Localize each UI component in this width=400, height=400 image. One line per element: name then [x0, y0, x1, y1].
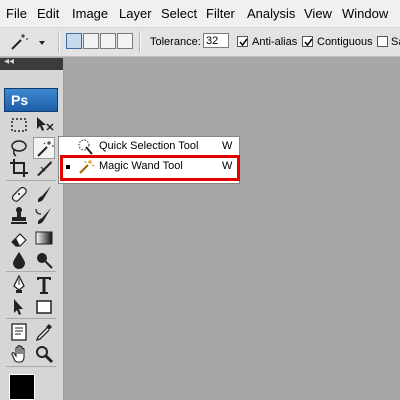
dodge-tool-icon[interactable]: [33, 249, 55, 271]
toolbox-divider: [6, 318, 56, 319]
menu-image[interactable]: Image: [72, 6, 108, 21]
tolerance-input[interactable]: [203, 33, 229, 48]
hand-tool-icon[interactable]: [8, 343, 30, 365]
add-to-selection-button[interactable]: [83, 33, 99, 49]
brush-tool-icon[interactable]: [33, 183, 55, 205]
type-tool-icon[interactable]: [33, 274, 55, 296]
intersect-selection-button[interactable]: [117, 33, 133, 49]
toolbox-divider: [6, 180, 56, 181]
logo-text: Ps: [11, 92, 29, 108]
magic-wand-preset-icon[interactable]: [8, 31, 30, 53]
pen-tool-icon[interactable]: [8, 274, 30, 296]
zoom-tool-icon[interactable]: [33, 343, 55, 365]
clone-stamp-icon[interactable]: [8, 205, 30, 227]
highlight-box: [60, 155, 240, 181]
eyedropper-tool-icon[interactable]: [33, 321, 55, 343]
flyout-item-shortcut: W: [222, 140, 233, 152]
contiguous-checkbox[interactable]: [302, 36, 313, 47]
notes-tool-icon[interactable]: [8, 321, 30, 343]
healing-brush-icon[interactable]: [8, 183, 30, 205]
checkmark-icon: [239, 38, 248, 47]
antialias-label: Anti-alias: [252, 36, 298, 48]
sample-label: Sa: [391, 36, 400, 48]
menu-edit[interactable]: Edit: [37, 6, 59, 21]
quick-selection-icon: [78, 139, 93, 155]
tools-panel-header[interactable]: ◂◂: [0, 56, 63, 70]
menu-select[interactable]: Select: [161, 6, 197, 21]
gradient-tool-icon[interactable]: [33, 227, 55, 249]
menu-analysis[interactable]: Analysis: [247, 6, 295, 21]
crop-tool-icon[interactable]: [8, 157, 30, 179]
rectangle-tool-icon[interactable]: [33, 296, 55, 318]
tolerance-label: Tolerance:: [150, 36, 201, 48]
contiguous-label: Contiguous: [317, 36, 373, 48]
menu-view[interactable]: View: [304, 6, 332, 21]
history-brush-icon[interactable]: [33, 205, 55, 227]
antialias-checkbox[interactable]: [237, 36, 248, 47]
checkmark-icon: [304, 38, 313, 47]
menu-layer[interactable]: Layer: [119, 6, 152, 21]
toolbox-divider: [6, 366, 56, 367]
new-selection-button[interactable]: [66, 33, 82, 49]
toolbox-divider: [6, 271, 56, 272]
marquee-tool-icon[interactable]: [8, 114, 30, 136]
move-tool-icon[interactable]: [33, 114, 55, 136]
flyout-item-quick-selection[interactable]: Quick Selection Tool W: [59, 137, 239, 157]
options-divider: [139, 31, 141, 53]
subtract-from-selection-button[interactable]: [100, 33, 116, 49]
lasso-tool-icon[interactable]: [8, 137, 30, 159]
menu-file[interactable]: File: [6, 6, 27, 21]
magic-wand-tool-icon[interactable]: [33, 137, 55, 159]
sample-all-layers-checkbox[interactable]: [377, 36, 388, 47]
eraser-tool-icon[interactable]: [8, 227, 30, 249]
foreground-color-swatch[interactable]: [9, 374, 35, 400]
menu-bar: File Edit Image Layer Select Filter Anal…: [0, 0, 400, 28]
options-divider: [58, 31, 60, 53]
menu-filter[interactable]: Filter: [206, 6, 235, 21]
collapse-panel-icon[interactable]: ◂◂: [4, 56, 14, 67]
slice-tool-icon[interactable]: [33, 157, 55, 179]
chevron-down-icon[interactable]: [36, 31, 58, 53]
menu-window[interactable]: Window: [342, 6, 388, 21]
flyout-item-label: Quick Selection Tool: [99, 140, 199, 152]
path-selection-icon[interactable]: [8, 296, 30, 318]
photoshop-logo: Ps: [4, 88, 58, 112]
blur-tool-icon[interactable]: [8, 249, 30, 271]
